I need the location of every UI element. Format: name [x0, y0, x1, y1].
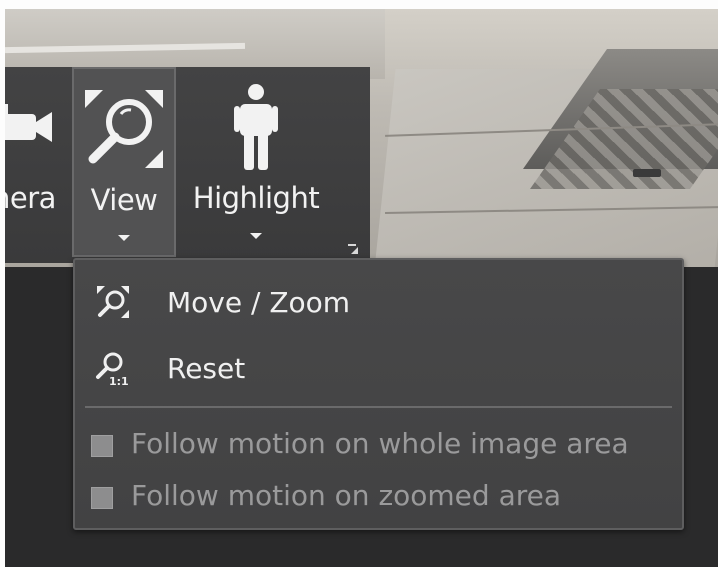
menu-item-label: Move / Zoom	[167, 286, 351, 319]
chevron-down-icon	[250, 233, 262, 239]
checkbox-box[interactable]	[91, 487, 113, 509]
highlight-button[interactable]: Highlight	[181, 67, 331, 257]
camera-button-label: nera	[5, 181, 56, 215]
move-zoom-icon	[97, 286, 129, 318]
reset-zoom-icon: 1:1	[96, 352, 129, 386]
camera-button[interactable]: nera	[5, 67, 63, 257]
svg-text:1:1: 1:1	[109, 375, 129, 386]
menu-separator	[85, 406, 672, 408]
person-icon	[234, 84, 278, 170]
menu-item-move-zoom[interactable]: Move / Zoom	[75, 274, 682, 330]
application-window: nera View	[5, 9, 718, 567]
checkbox-label: Follow motion on whole image area	[131, 427, 629, 460]
menu-item-reset[interactable]: 1:1 Reset	[75, 340, 682, 396]
checkbox-box[interactable]	[91, 435, 113, 457]
view-dropdown-menu: Move / Zoom 1:1 Reset Follow motion on w…	[73, 258, 684, 530]
dialog-launcher-icon[interactable]	[347, 243, 359, 255]
ribbon-toolbar: nera View	[5, 67, 370, 263]
highlight-button-label: Highlight	[192, 181, 320, 215]
chevron-down-icon	[118, 235, 130, 241]
video-floor-mark	[633, 169, 661, 177]
camera-icon	[5, 104, 52, 142]
checkbox-label: Follow motion on zoomed area	[131, 479, 562, 512]
zoom-view-icon	[85, 90, 163, 168]
view-button[interactable]: View	[72, 67, 176, 257]
view-button-label: View	[90, 183, 158, 217]
menu-item-label: Reset	[167, 352, 246, 385]
